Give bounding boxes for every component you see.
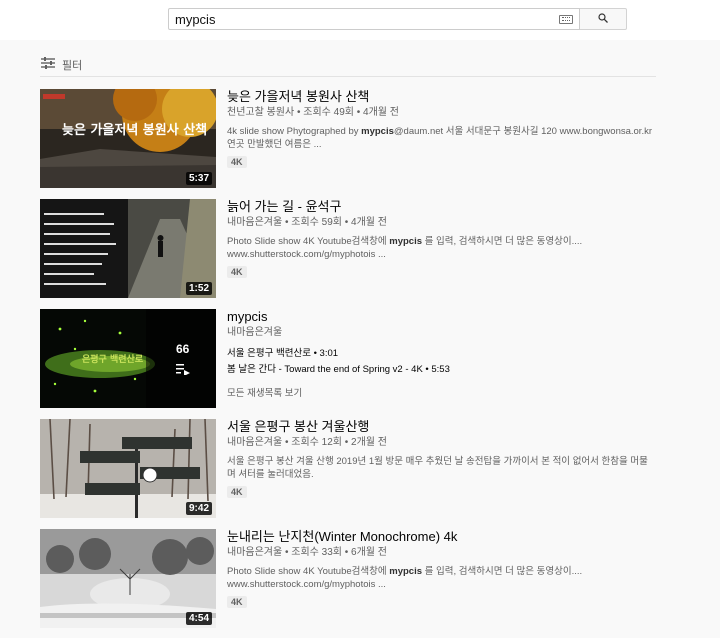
view-count: 조회수 12회	[291, 437, 342, 448]
video-description: Photo Slide show 4K Youtube검색창에 mypcis 를…	[227, 566, 583, 590]
upload-age: 4개월 전	[351, 217, 387, 228]
playlist-thumbnail[interactable]: 은평구 백련산로 66	[40, 309, 216, 408]
duration-badge: 4:54	[185, 612, 212, 625]
video-description: 4k slide show Phytographed by mypcis@dau…	[227, 126, 652, 150]
upload-age: 4개월 전	[363, 107, 399, 118]
video-meta: 내마음은겨울 • 조회수 33회 • 6개월 전	[227, 547, 387, 558]
video-thumbnail[interactable]: 9:42	[40, 419, 216, 518]
duration-badge: 5:37	[185, 172, 212, 185]
channel-name[interactable]: 내마음은겨울	[227, 326, 652, 339]
playlist-overlay: 66	[146, 309, 216, 408]
playlist-video-count: 66	[176, 342, 190, 356]
video-description: Photo Slide show 4K Youtube검색창에 mypcis 를…	[227, 236, 583, 260]
thumbnail-caption: 늦은 가을저녁 봉원사 산책	[62, 122, 207, 138]
video-description: 서울 은평구 봉산 겨울 산행 2019년 1월 방문 매우 추웠던 날 송전탑…	[227, 456, 648, 480]
video-meta: 내마음은겨울 • 조회수 12회 • 2개월 전	[227, 437, 387, 448]
playlist-item[interactable]: 봄 날은 간다 - Toward the end of Spring v2 - …	[227, 363, 652, 376]
video-thumbnail[interactable]: 4:54	[40, 529, 216, 628]
thumbnail-caption: 은평구 백련산로	[82, 353, 144, 365]
playlist-result[interactable]: 은평구 백련산로 66 mypcis 내마음은겨울 서울 은평구 백련산로 • …	[40, 309, 680, 409]
playlist-title[interactable]: mypcis	[227, 309, 652, 325]
view-count: 조회수 33회	[291, 547, 342, 558]
video-title[interactable]: 늙어 가는 길 - 윤석구	[227, 199, 652, 215]
video-meta: 내마음은겨울 • 조회수 59회 • 4개월 전	[227, 217, 387, 228]
video-result[interactable]: 4:54 눈내리는 난지천(Winter Monochrome) 4k 내마음은…	[40, 529, 680, 629]
playlist-items: 서울 은평구 백련산로 • 3:01 봄 날은 간다 - Toward the …	[227, 347, 652, 376]
duration-badge: 9:42	[185, 502, 212, 515]
video-result[interactable]: 1:52 늙어 가는 길 - 윤석구 내마음은겨울 • 조회수 59회 • 4개…	[40, 199, 680, 299]
masthead	[0, 0, 720, 40]
quality-badge: 4K	[227, 266, 247, 278]
playlist-icon	[176, 364, 190, 375]
channel-name[interactable]: 내마음은겨울	[227, 217, 282, 228]
search-icon	[598, 13, 608, 23]
keyboard-icon[interactable]	[559, 15, 573, 24]
channel-name[interactable]: 내마음은겨울	[227, 437, 282, 448]
video-result[interactable]: 9:42 서울 은평구 봉산 겨울산행 내마음은겨울 • 조회수 12회 • 2…	[40, 419, 680, 519]
quality-badge: 4K	[227, 156, 247, 168]
quality-badge: 4K	[227, 486, 247, 498]
search-button[interactable]	[580, 8, 627, 30]
upload-age: 2개월 전	[351, 437, 387, 448]
video-result[interactable]: 늦은 가을저녁 봉원사 산책 5:37 늦은 가을저녁 봉원사 산책 천년고찰 …	[40, 89, 680, 189]
channel-name[interactable]: 천년고찰 봉원사	[227, 107, 294, 118]
search-box[interactable]	[168, 8, 580, 30]
filter-label[interactable]: 필터	[62, 57, 82, 73]
search-input[interactable]	[175, 11, 545, 28]
view-full-playlist-link[interactable]: 모든 재생목록 보기	[227, 385, 652, 399]
upload-age: 6개월 전	[351, 547, 387, 558]
duration-badge: 1:52	[185, 282, 212, 295]
video-thumbnail[interactable]: 늦은 가을저녁 봉원사 산책 5:37	[40, 89, 216, 188]
video-title[interactable]: 늦은 가을저녁 봉원사 산책	[227, 89, 652, 105]
view-count: 조회수 49회	[303, 107, 354, 118]
view-count: 조회수 59회	[291, 217, 342, 228]
video-thumbnail[interactable]: 1:52	[40, 199, 216, 298]
playlist-item[interactable]: 서울 은평구 백련산로 • 3:01	[227, 347, 652, 360]
video-meta: 천년고찰 봉원사 • 조회수 49회 • 4개월 전	[227, 107, 399, 118]
filter-icon[interactable]	[41, 56, 55, 70]
video-title[interactable]: 서울 은평구 봉산 겨울산행	[227, 419, 652, 435]
filter-bar: 필터	[40, 50, 656, 77]
quality-badge: 4K	[227, 596, 247, 608]
video-title[interactable]: 눈내리는 난지천(Winter Monochrome) 4k	[227, 529, 652, 545]
channel-name[interactable]: 내마음은겨울	[227, 547, 282, 558]
